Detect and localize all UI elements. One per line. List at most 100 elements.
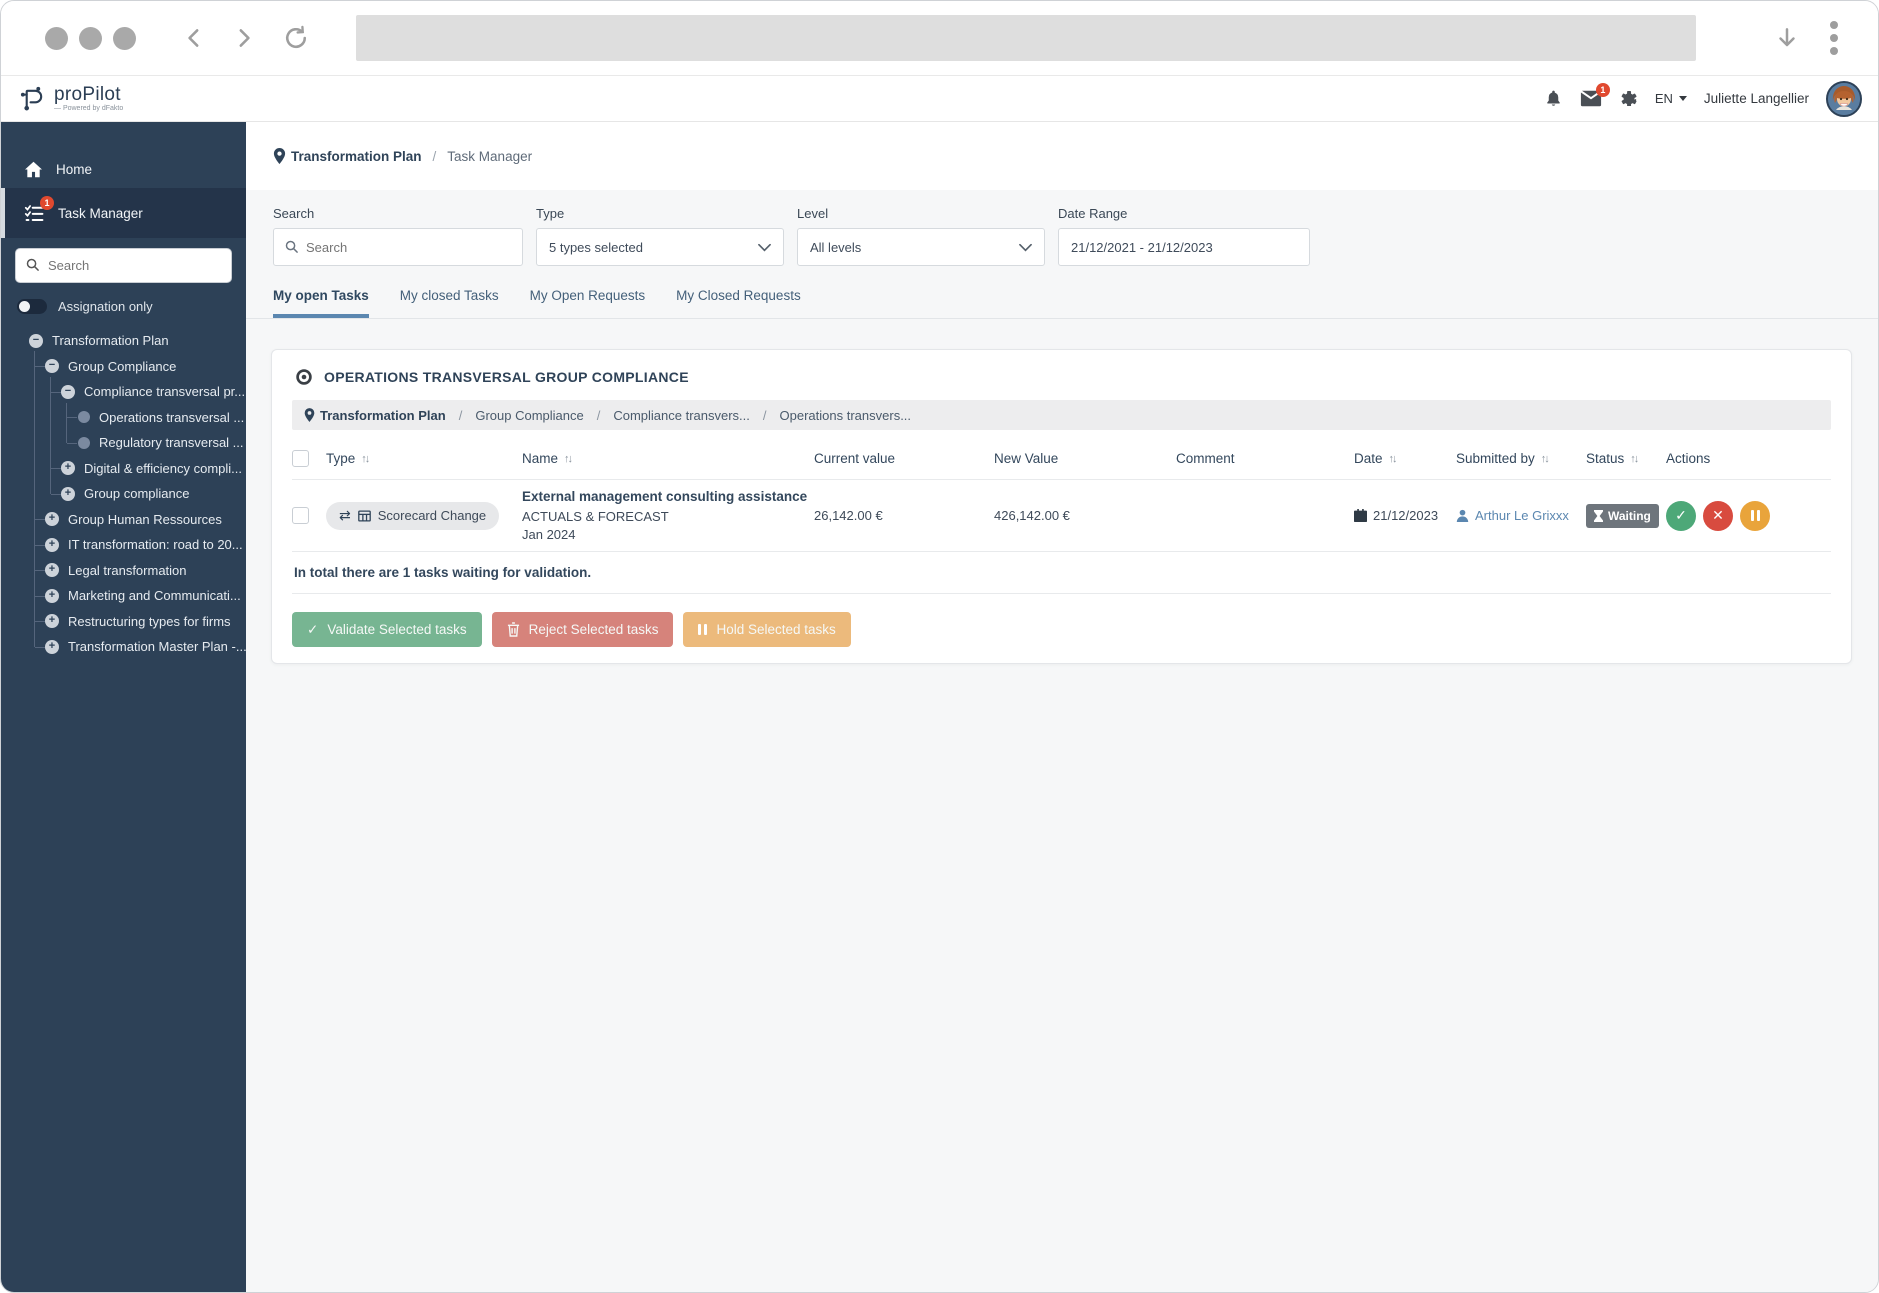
column-header[interactable]: Date ↑↓	[1354, 451, 1456, 466]
date-range-input[interactable]: 21/12/2021 - 21/12/2023	[1058, 228, 1310, 266]
tree-toggle-icon[interactable]	[78, 411, 90, 424]
user-name[interactable]: Juliette Langellier	[1704, 91, 1809, 106]
reject-selected-button[interactable]: Reject Selected tasks	[491, 612, 674, 647]
sidebar-search-input[interactable]	[15, 248, 232, 283]
tree-toggle-icon[interactable]: −	[45, 359, 59, 374]
reject-task-button[interactable]: ✕	[1703, 500, 1733, 531]
submitted-by-link[interactable]: Arthur Le Grixxx	[1475, 508, 1569, 523]
tree-item[interactable]: − Compliance transversal pr...	[1, 379, 246, 405]
tree-item[interactable]: + Legal transformation	[1, 558, 246, 584]
task-period: Jan 2024	[522, 526, 576, 542]
sort-icon[interactable]: ↑↓	[1630, 453, 1639, 465]
window-control-dot[interactable]	[79, 26, 102, 50]
calendar-icon	[1354, 509, 1367, 522]
hold-selected-button[interactable]: Hold Selected tasks	[683, 612, 851, 647]
tree-toggle-icon[interactable]: −	[61, 384, 75, 399]
tree-toggle-icon[interactable]: +	[45, 588, 59, 603]
task-manager-icon: 1	[24, 196, 54, 222]
tree-item[interactable]: − Transformation Plan	[1, 328, 246, 354]
kebab-menu-icon[interactable]	[1830, 21, 1838, 55]
language-selector[interactable]: EN	[1655, 91, 1687, 106]
tree-item[interactable]: + Transformation Master Plan -...	[1, 634, 246, 660]
sort-icon[interactable]: ↑↓	[1389, 453, 1398, 465]
window-control-dot[interactable]	[113, 26, 136, 50]
tab[interactable]: My Open Requests	[530, 288, 646, 318]
search-filter-input[interactable]	[306, 239, 510, 255]
column-header[interactable]: Current value	[814, 451, 994, 466]
row-checkbox[interactable]	[292, 507, 309, 524]
browser-chrome	[1, 1, 1878, 76]
refresh-icon[interactable]	[282, 24, 310, 52]
level-filter-value: All levels	[810, 239, 862, 255]
sidebar-item-home[interactable]: Home	[1, 150, 246, 188]
column-header[interactable]: New Value	[994, 451, 1176, 466]
type-filter-select[interactable]: 5 types selected	[536, 228, 784, 266]
tree-item-label: Compliance transversal pr...	[84, 384, 246, 400]
back-icon[interactable]	[182, 25, 208, 51]
tree-item[interactable]: Operations transversal ...	[1, 405, 246, 431]
tree-item[interactable]: + Restructuring types for firms	[1, 609, 246, 635]
tab[interactable]: My Closed Requests	[676, 288, 801, 318]
check-icon: ✓	[1675, 507, 1687, 523]
tree-item[interactable]: + Group compliance	[1, 481, 246, 507]
column-header[interactable]: Comment	[1176, 451, 1354, 466]
sort-icon[interactable]: ↑↓	[361, 453, 370, 465]
sort-icon[interactable]: ↑↓	[1541, 453, 1550, 465]
tree-toggle-icon[interactable]: +	[45, 614, 59, 629]
url-bar[interactable]	[356, 15, 1696, 61]
column-header[interactable]: Name ↑↓	[522, 451, 814, 466]
card-breadcrumb-item[interactable]: Group Compliance	[475, 408, 583, 423]
tab[interactable]: My closed Tasks	[400, 288, 499, 318]
sidebar-item-task-manager[interactable]: 1 Task Manager	[1, 188, 246, 238]
tree-toggle-icon[interactable]: +	[45, 537, 59, 552]
assignation-only-toggle[interactable]	[17, 299, 47, 314]
tree-toggle-icon[interactable]: +	[61, 461, 75, 476]
new-value-cell: 426,142.00 €	[994, 508, 1070, 523]
tree-item[interactable]: + IT transformation: road to 20...	[1, 532, 246, 558]
tree-toggle-icon[interactable]: +	[45, 563, 59, 578]
card-breadcrumb-root[interactable]: Transformation Plan	[304, 408, 446, 423]
target-icon	[296, 369, 312, 385]
breadcrumb-root[interactable]: Transformation Plan	[273, 148, 422, 164]
level-filter-select[interactable]: All levels	[797, 228, 1045, 266]
tree-item[interactable]: + Digital & efficiency compli...	[1, 456, 246, 482]
mail-badge: 1	[1595, 83, 1610, 97]
avatar[interactable]	[1826, 80, 1862, 117]
card-breadcrumb-item[interactable]: Operations transvers...	[780, 408, 912, 423]
mail-icon[interactable]: 1	[1580, 83, 1610, 107]
propilot-logo[interactable]: proPilot — Powered by dFakto	[19, 85, 123, 112]
pause-icon	[698, 624, 708, 635]
task-group-card: OPERATIONS TRANSVERSAL GROUP COMPLIANCE …	[271, 349, 1852, 664]
gear-icon[interactable]	[1619, 89, 1638, 108]
tree-item[interactable]: Regulatory transversal ...	[1, 430, 246, 456]
tree-toggle-icon[interactable]: +	[61, 486, 75, 501]
window-control-dot[interactable]	[45, 26, 68, 50]
column-header[interactable]: Actions	[1666, 451, 1831, 466]
column-header[interactable]: Status ↑↓	[1586, 451, 1666, 466]
tree-toggle-icon[interactable]: −	[29, 333, 43, 348]
bell-icon[interactable]	[1544, 89, 1563, 108]
tree-item[interactable]: + Marketing and Communicati...	[1, 583, 246, 609]
sort-icon[interactable]: ↑↓	[564, 453, 573, 465]
sidebar: Home 1 Task Manager Assignation only	[1, 122, 246, 1292]
validate-task-button[interactable]: ✓	[1666, 500, 1696, 531]
project-tree: − Transformation Plan − Group Compliance…	[1, 328, 246, 660]
hold-task-button[interactable]	[1740, 500, 1770, 531]
pause-icon	[1750, 510, 1760, 521]
card-breadcrumb-item[interactable]: Compliance transvers...	[613, 408, 750, 423]
tree-toggle-icon[interactable]: +	[45, 512, 59, 527]
tree-toggle-icon[interactable]: +	[45, 639, 59, 654]
tree-toggle-icon[interactable]	[78, 436, 90, 449]
column-header[interactable]: Submitted by ↑↓	[1456, 451, 1586, 466]
forward-icon[interactable]	[230, 25, 256, 51]
column-header[interactable]: Type ↑↓	[326, 451, 522, 466]
validate-selected-button[interactable]: ✓ Validate Selected tasks	[292, 612, 482, 647]
download-icon[interactable]	[1774, 25, 1800, 51]
tree-connector	[35, 519, 45, 521]
swap-arrows-icon: ⇄	[339, 507, 351, 523]
tree-item[interactable]: + Group Human Ressources	[1, 507, 246, 533]
tree-connector	[35, 621, 45, 623]
tab[interactable]: My open Tasks	[273, 288, 369, 318]
select-all-checkbox[interactable]	[292, 450, 309, 467]
tree-item[interactable]: − Group Compliance	[1, 354, 246, 380]
